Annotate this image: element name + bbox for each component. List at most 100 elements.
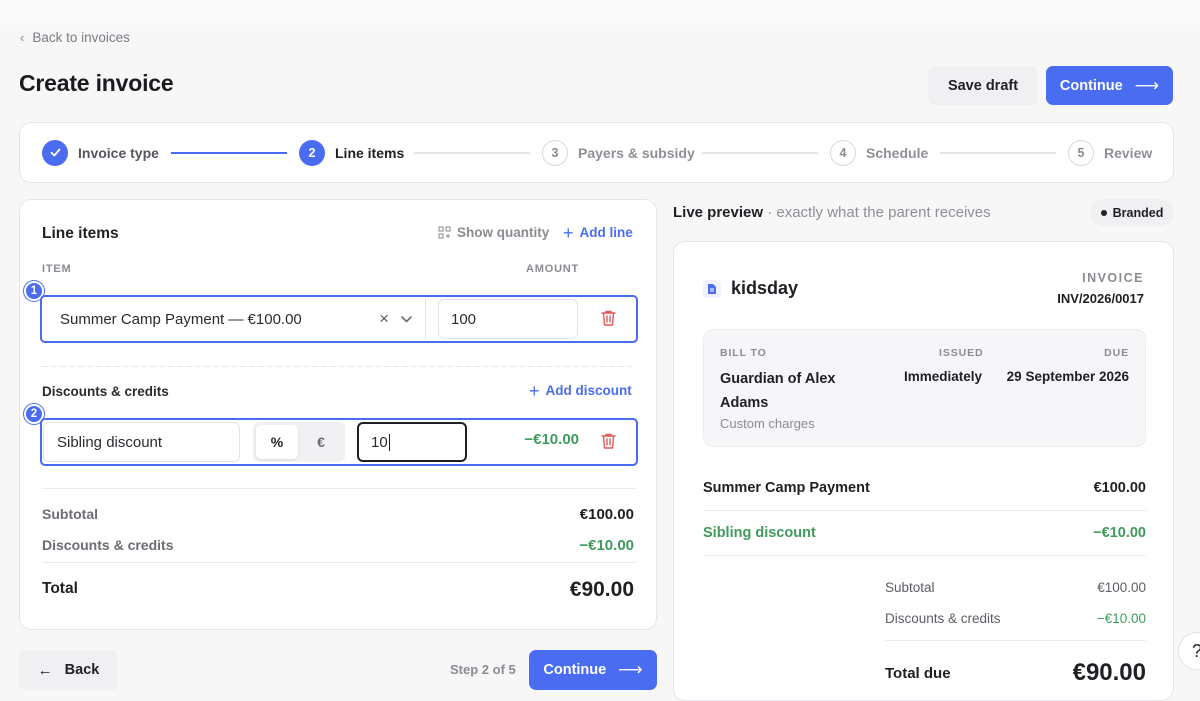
step-payers-subsidy[interactable]: 3 Payers & subsidy	[542, 123, 695, 182]
brand-name: kidsday	[731, 278, 799, 298]
dashed-divider	[42, 366, 636, 367]
add-discount-button[interactable]: + Add discount	[529, 382, 632, 400]
discount-computed: −€10.00	[524, 431, 579, 448]
preview-line-item: Summer Camp Payment €100.00	[703, 480, 1146, 496]
live-preview-subtitle: · exactly what the parent receives	[763, 204, 991, 221]
divider	[885, 640, 1146, 641]
preview-line-amount: −€10.00	[1093, 525, 1146, 541]
divider	[703, 555, 1146, 556]
step-label: Payers & subsidy	[578, 144, 695, 161]
bill-to-box: BILL TO Guardian of Alex Adams Custom ch…	[703, 329, 1146, 447]
step-label: Schedule	[866, 144, 929, 161]
grid-icon	[438, 226, 451, 239]
bill-to-name: Guardian of Alex Adams	[720, 371, 836, 411]
step-number: 2	[299, 139, 325, 166]
step-number: 4	[830, 139, 856, 166]
discounts-title: Discounts & credits	[42, 384, 169, 399]
step-number: 3	[542, 139, 568, 166]
issued-label: ISSUED	[939, 347, 984, 359]
preview-line-amount: €100.00	[1093, 480, 1146, 496]
invoice-preview-card: kidsday INVOICE INV/2026/0017 BILL TO Gu…	[673, 241, 1174, 701]
help-button[interactable]: ?	[1178, 632, 1200, 670]
arrow-right-icon: ⟶	[1134, 75, 1160, 95]
discounts-value: −€10.00	[579, 537, 634, 554]
delete-discount-button[interactable]	[600, 432, 618, 450]
preview-subtotal-row: Subtotal €100.00	[885, 580, 1146, 595]
step-connector	[702, 152, 818, 154]
bill-to-note: Custom charges	[720, 416, 815, 431]
top-strip	[0, 0, 1200, 26]
step-schedule[interactable]: 4 Schedule	[830, 123, 928, 182]
subtotal-value: €100.00	[579, 506, 634, 523]
preview-discounts-row: Discounts & credits −€10.00	[885, 611, 1146, 626]
continue-label: Continue	[1059, 77, 1123, 94]
item-select-value: Summer Camp Payment — €100.00	[60, 310, 302, 328]
clear-icon[interactable]: ×	[379, 309, 389, 329]
continue-button-top[interactable]: Continue ⟶	[1046, 66, 1173, 105]
save-draft-button[interactable]: Save draft	[928, 66, 1038, 105]
line-items-card: Line items Show quantity + Add line ITEM…	[19, 199, 657, 630]
text-caret	[388, 433, 390, 451]
chevron-left-icon: ‹	[20, 30, 25, 45]
preview-discounts-value: −€10.00	[1096, 611, 1146, 626]
check-icon	[42, 139, 68, 166]
discount-name-input[interactable]: Sibling discount	[43, 422, 240, 462]
preview-line-label: Sibling discount	[703, 525, 816, 541]
trash-icon	[601, 433, 616, 449]
stepper: Invoice type 2 Line items 3 Payers & sub…	[19, 122, 1174, 183]
step-label: Invoice type	[78, 144, 159, 161]
euro-option[interactable]: €	[300, 425, 342, 459]
discount-value-input[interactable]: 10	[357, 422, 467, 462]
step-connector	[171, 152, 287, 154]
add-discount-label: Add discount	[545, 383, 632, 398]
discount-type-toggle: % €	[253, 422, 345, 462]
continue-button-bottom[interactable]: Continue ⟶	[529, 650, 657, 690]
subtotal-row: Subtotal €100.00	[42, 506, 634, 523]
amount-input[interactable]: 100	[438, 299, 578, 339]
discounts-row: Discounts & credits −€10.00	[42, 537, 634, 554]
chevron-down-icon	[401, 315, 412, 322]
preview-discount-line: Sibling discount −€10.00	[703, 525, 1146, 541]
branded-label: Branded	[1112, 205, 1164, 220]
discount-value: 10	[371, 433, 388, 451]
column-header-amount: AMOUNT	[526, 263, 580, 275]
step-number: 5	[1068, 139, 1094, 166]
continue-label: Continue	[543, 662, 607, 678]
invoice-label: INVOICE	[1082, 271, 1144, 285]
preview-total-row: Total due €90.00	[885, 659, 1146, 687]
back-label: Back	[64, 662, 100, 678]
back-to-invoices-label: Back to invoices	[32, 30, 130, 45]
live-preview-header: Live preview · exactly what the parent r…	[673, 204, 991, 221]
show-quantity-toggle[interactable]: Show quantity	[438, 225, 549, 240]
amount-value: 100	[451, 310, 477, 328]
back-to-invoices-link[interactable]: ‹ Back to invoices	[20, 30, 130, 45]
due-label: DUE	[1104, 347, 1129, 359]
total-due-value: €90.00	[1072, 659, 1146, 686]
page-title: Create invoice	[19, 70, 174, 96]
dot-icon	[1100, 209, 1107, 216]
step-invoice-type[interactable]: Invoice type	[42, 123, 159, 182]
show-quantity-label: Show quantity	[457, 225, 550, 240]
plus-icon: +	[563, 222, 574, 243]
subtotal-label: Subtotal	[42, 506, 98, 522]
arrow-left-icon: ←	[37, 661, 53, 679]
step-label: Review	[1104, 144, 1153, 161]
percent-option[interactable]: %	[256, 425, 298, 459]
back-button[interactable]: ← Back	[19, 650, 118, 690]
divider	[703, 510, 1146, 511]
step-indicator: Step 2 of 5	[450, 662, 516, 677]
item-select[interactable]: Summer Camp Payment — €100.00 ×	[46, 299, 426, 339]
discounts-label: Discounts & credits	[42, 537, 174, 553]
add-line-button[interactable]: + Add line	[563, 222, 633, 243]
live-preview-title: Live preview	[673, 204, 764, 221]
step-line-items[interactable]: 2 Line items	[299, 123, 404, 182]
invoice-number: INV/2026/0017	[1057, 291, 1144, 306]
total-value: €90.00	[569, 578, 634, 601]
line-items-title: Line items	[42, 225, 119, 242]
delete-line-button[interactable]	[600, 309, 618, 327]
step-review[interactable]: 5 Review	[1068, 123, 1152, 182]
issued-value: Immediately	[904, 369, 983, 384]
preview-line-label: Summer Camp Payment	[703, 480, 870, 496]
total-label: Total	[42, 580, 78, 597]
preview-subtotal-label: Subtotal	[885, 580, 935, 595]
